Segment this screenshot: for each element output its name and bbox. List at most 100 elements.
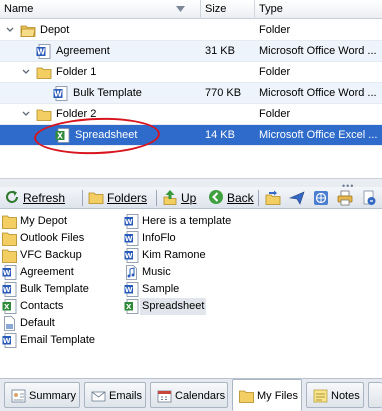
tree-row-folder-1[interactable]: Folder 1 Folder: [0, 62, 382, 83]
tab-my-files[interactable]: My Files: [232, 379, 302, 411]
column-header-type-label: Type: [259, 3, 283, 15]
music-file-icon: [126, 265, 137, 280]
toolbar-separator: [156, 190, 157, 206]
files-toolbar: Refresh Folders Up Back: [0, 187, 382, 209]
tab-calendars-label: Calendars: [175, 390, 226, 402]
tree-row-type: Microsoft Office Excel ...: [259, 129, 378, 141]
globe-icon[interactable]: [313, 190, 329, 206]
tab-my-files-label: My Files: [257, 390, 298, 402]
print-icon[interactable]: [337, 190, 353, 206]
tree-row-type: Folder: [259, 66, 291, 78]
folder-icon: [239, 390, 254, 403]
svg-text:W: W: [125, 235, 133, 243]
svg-text:W: W: [125, 286, 133, 294]
column-header-size[interactable]: Size: [201, 0, 255, 19]
back-button[interactable]: Back: [208, 189, 254, 207]
svg-text:X: X: [4, 303, 10, 311]
file-item-label: Contacts: [20, 300, 64, 312]
word-document-icon: W: [124, 214, 139, 229]
excel-document-icon: X: [2, 299, 17, 314]
tree-row-size: 14 KB: [205, 129, 235, 141]
file-item-label: Default: [20, 317, 55, 329]
file-item-label: Here is a template: [142, 215, 232, 227]
excel-document-icon: X: [124, 299, 139, 314]
column-header-row: Name Size Type: [0, 0, 382, 19]
tree-row-agreement[interactable]: W Agreement 31 KB Microsoft Office Word …: [0, 41, 382, 62]
tree-row-name: Agreement: [56, 45, 110, 57]
tree-row-type: Microsoft Office Word ...: [259, 87, 377, 99]
tree-row-size: 770 KB: [205, 87, 242, 99]
email-icon: [91, 391, 106, 402]
file-list: My Depot Outlook Files VFC Backup W Agre…: [0, 210, 382, 378]
svg-text:W: W: [125, 218, 133, 226]
folder-icon: [2, 249, 17, 263]
send-icon[interactable]: [289, 190, 305, 206]
file-tree-grid: Name Size Type Depot Folder W Agreement: [0, 0, 382, 178]
tab-notes[interactable]: Notes: [306, 382, 364, 408]
file-item-label: Sample: [142, 283, 180, 295]
svg-text:W: W: [37, 48, 46, 57]
tab-summary[interactable]: Summary: [4, 382, 80, 408]
tree-row-folder-2[interactable]: Folder 2 Folder: [0, 104, 382, 125]
move-to-folder-icon[interactable]: [265, 190, 281, 206]
folder-icon: [36, 109, 52, 121]
tree-row-bulk-template[interactable]: W Bulk Template 770 KB Microsoft Office …: [0, 83, 382, 104]
tab-emails[interactable]: Emails: [84, 382, 146, 408]
word-document-icon: W: [2, 265, 17, 280]
tree-row-depot[interactable]: Depot Folder: [0, 20, 382, 41]
bottom-tab-bar: Summary Emails Calendars My Files Notes: [0, 378, 382, 411]
back-label: Back: [227, 191, 254, 205]
tree-row-name: Depot: [40, 24, 70, 36]
refresh-label: Refresh: [23, 191, 66, 205]
generic-document-icon: [4, 316, 15, 331]
folders-label: Folders: [107, 191, 148, 205]
word-document-icon: W: [36, 44, 51, 59]
file-item-label: Kim Ramone: [142, 249, 206, 261]
word-document-icon: W: [2, 333, 17, 348]
notes-icon: [313, 389, 328, 403]
column-header-name-label: Name: [4, 3, 34, 15]
chevron-down-icon[interactable]: [6, 27, 14, 33]
folders-icon: [88, 192, 104, 204]
tree-row-size: 31 KB: [205, 45, 235, 57]
file-item-label: Spreadsheet: [140, 298, 207, 315]
file-item-label: Music: [142, 266, 171, 278]
folder-icon: [36, 67, 52, 79]
folders-button[interactable]: Folders: [88, 189, 147, 207]
chevron-down-icon[interactable]: [22, 111, 30, 117]
file-item-label: VFC Backup: [20, 249, 82, 261]
sort-descending-icon: [176, 6, 185, 12]
tab-calendars[interactable]: Calendars: [150, 382, 228, 408]
chevron-down-icon[interactable]: [22, 69, 30, 75]
tab-summary-label: Summary: [29, 390, 77, 402]
up-arrow-icon: [163, 190, 177, 205]
toolbar-separator: [82, 190, 83, 206]
svg-text:W: W: [125, 252, 133, 260]
file-item-label: InfoFlo: [142, 232, 176, 244]
word-document-icon: W: [124, 282, 139, 297]
svg-text:W: W: [3, 269, 11, 277]
refresh-button[interactable]: Refresh: [4, 189, 65, 207]
file-item-label: Email Template: [20, 334, 95, 346]
up-label: Up: [181, 191, 197, 205]
folder-open-icon: [20, 25, 36, 37]
properties-icon[interactable]: [361, 190, 377, 206]
column-header-name[interactable]: Name: [0, 0, 201, 19]
summary-icon: [11, 389, 26, 403]
svg-text:W: W: [54, 90, 63, 99]
file-item-label: My Depot: [20, 215, 68, 227]
svg-text:X: X: [126, 303, 132, 311]
file-item-label: Outlook Files: [20, 232, 85, 244]
folder-icon: [2, 215, 17, 229]
tab-overflow[interactable]: [368, 382, 382, 408]
pane-splitter[interactable]: •••: [0, 178, 382, 191]
refresh-icon: [6, 190, 18, 203]
tree-row-name: Folder 1: [56, 66, 97, 78]
column-header-type[interactable]: Type: [255, 0, 382, 19]
word-document-icon: W: [124, 248, 139, 263]
file-item-label: Bulk Template: [20, 283, 89, 295]
up-button[interactable]: Up: [162, 189, 196, 207]
svg-text:W: W: [3, 286, 11, 294]
word-document-icon: W: [124, 231, 139, 246]
tab-emails-label: Emails: [109, 390, 143, 402]
